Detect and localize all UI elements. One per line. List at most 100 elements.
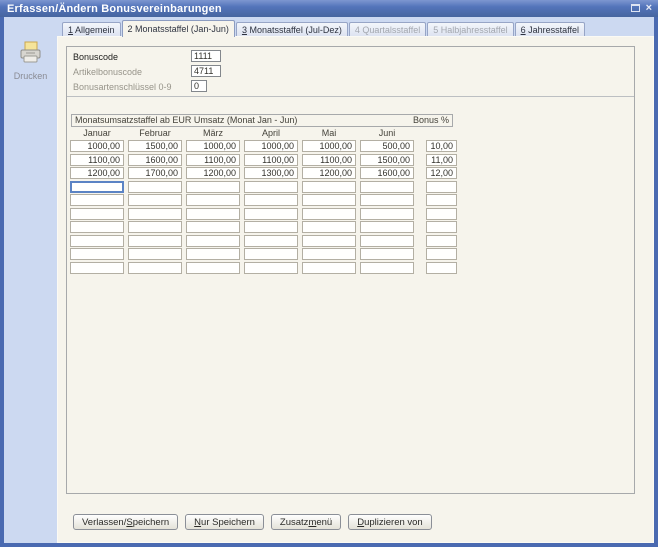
staffel-banner: Monatsumsatzstaffel ab EUR Umsatz (Monat… bbox=[71, 114, 453, 127]
month-cell[interactable] bbox=[186, 248, 240, 260]
month-cell[interactable] bbox=[128, 221, 182, 233]
bonus-cell[interactable] bbox=[426, 154, 457, 166]
month-cell[interactable] bbox=[128, 248, 182, 260]
month-cell[interactable] bbox=[302, 140, 356, 152]
window-title: Erfassen/Ändern Bonusvereinbarungen bbox=[0, 3, 222, 15]
bonus-cell[interactable] bbox=[426, 167, 457, 179]
month-cell[interactable] bbox=[302, 154, 356, 166]
tab-panel: Bonuscode Artikelbonuscode Bonusartensch… bbox=[57, 36, 654, 543]
month-cell[interactable] bbox=[70, 262, 124, 274]
month-cell[interactable] bbox=[70, 221, 124, 233]
month-cell[interactable] bbox=[70, 248, 124, 260]
month-cell[interactable] bbox=[186, 235, 240, 247]
month-cell[interactable] bbox=[186, 140, 240, 152]
month-cell[interactable] bbox=[302, 262, 356, 274]
bonus-cell[interactable] bbox=[426, 194, 457, 206]
print-button[interactable]: Drucken bbox=[4, 41, 57, 81]
banner-title: Monatsumsatzstaffel ab EUR Umsatz (Monat… bbox=[75, 115, 297, 126]
window-controls: × bbox=[631, 3, 652, 13]
button-label-post: uplizieren von bbox=[364, 517, 423, 528]
month-cell[interactable] bbox=[186, 154, 240, 166]
month-cell[interactable] bbox=[302, 248, 356, 260]
column-header-april: April bbox=[244, 128, 298, 138]
month-cell[interactable] bbox=[128, 262, 182, 274]
bonus-cell[interactable] bbox=[426, 221, 457, 233]
month-cell[interactable] bbox=[360, 235, 414, 247]
month-cell[interactable] bbox=[244, 140, 298, 152]
month-cell[interactable] bbox=[186, 262, 240, 274]
month-cell[interactable] bbox=[360, 194, 414, 206]
month-cell[interactable] bbox=[70, 194, 124, 206]
month-cell[interactable] bbox=[244, 154, 298, 166]
month-cell[interactable] bbox=[302, 221, 356, 233]
month-cell[interactable] bbox=[360, 181, 414, 193]
month-cell[interactable] bbox=[360, 248, 414, 260]
bonus-percent-header: Bonus % bbox=[413, 115, 449, 126]
bonus-cell[interactable] bbox=[426, 140, 457, 152]
month-cell[interactable] bbox=[186, 208, 240, 220]
month-cell[interactable] bbox=[128, 140, 182, 152]
month-cell[interactable] bbox=[186, 181, 240, 193]
month-cell[interactable] bbox=[128, 208, 182, 220]
bonus-cell[interactable] bbox=[426, 248, 457, 260]
month-cell[interactable] bbox=[244, 262, 298, 274]
month-cell[interactable] bbox=[128, 194, 182, 206]
artikelbonuscode-label: Artikelbonuscode bbox=[73, 66, 142, 78]
month-cell[interactable] bbox=[360, 167, 414, 179]
bonus-cell[interactable] bbox=[426, 208, 457, 220]
month-cell[interactable] bbox=[244, 221, 298, 233]
nur-speichern-button[interactable]: Nur Speichern bbox=[185, 514, 264, 530]
month-cell[interactable] bbox=[360, 221, 414, 233]
button-bar: Verlassen/Speichern Nur Speichern Zusatz… bbox=[73, 514, 432, 530]
month-cell[interactable] bbox=[302, 194, 356, 206]
close-icon[interactable]: × bbox=[646, 3, 652, 13]
month-cell[interactable] bbox=[302, 235, 356, 247]
bonuscode-input[interactable] bbox=[191, 50, 221, 62]
tab-monatsstaffel-jul-dez[interactable]: 3 Monatsstaffel (Jul-Dez) bbox=[236, 22, 348, 36]
artikelbonuscode-input[interactable] bbox=[191, 65, 221, 77]
duplizieren-von-button[interactable]: Duplizieren von bbox=[348, 514, 432, 530]
month-cell[interactable] bbox=[244, 208, 298, 220]
tab-allgemein[interactable]: 1 Allgemein bbox=[62, 22, 121, 36]
verlassen-speichern-button[interactable]: Verlassen/Speichern bbox=[73, 514, 178, 530]
month-cell[interactable] bbox=[70, 181, 124, 193]
month-cell[interactable] bbox=[302, 208, 356, 220]
month-cell[interactable] bbox=[70, 167, 124, 179]
month-cell[interactable] bbox=[70, 154, 124, 166]
month-cell[interactable] bbox=[360, 140, 414, 152]
titlebar[interactable]: Erfassen/Ändern Bonusvereinbarungen × bbox=[0, 0, 658, 17]
bonusartenschluessel-input[interactable] bbox=[191, 80, 207, 92]
month-cell[interactable] bbox=[186, 194, 240, 206]
month-cell[interactable] bbox=[186, 167, 240, 179]
tab-monatsstaffel-jan-jun[interactable]: 2 Monatsstaffel (Jan-Jun) bbox=[122, 20, 235, 37]
month-cell[interactable] bbox=[128, 154, 182, 166]
month-cell[interactable] bbox=[244, 194, 298, 206]
month-cell[interactable] bbox=[244, 181, 298, 193]
bonus-cell[interactable] bbox=[426, 235, 457, 247]
month-cell[interactable] bbox=[302, 167, 356, 179]
month-cell[interactable] bbox=[360, 154, 414, 166]
month-cell[interactable] bbox=[128, 235, 182, 247]
bonus-cell[interactable] bbox=[426, 181, 457, 193]
restore-icon[interactable] bbox=[631, 4, 640, 12]
month-cell[interactable] bbox=[70, 208, 124, 220]
month-cell[interactable] bbox=[128, 167, 182, 179]
month-cell[interactable] bbox=[70, 235, 124, 247]
month-cell[interactable] bbox=[70, 140, 124, 152]
column-header-juni: Juni bbox=[360, 128, 414, 138]
column-header-februar: Februar bbox=[128, 128, 182, 138]
month-cell[interactable] bbox=[360, 262, 414, 274]
tab-label-pre: 5 Halbjahresstaffel bbox=[433, 25, 507, 35]
month-cell[interactable] bbox=[186, 221, 240, 233]
month-cell[interactable] bbox=[244, 167, 298, 179]
month-cell[interactable] bbox=[360, 208, 414, 220]
month-cell[interactable] bbox=[128, 181, 182, 193]
tab-jahresstaffel[interactable]: 6 Jahresstaffel bbox=[515, 22, 585, 36]
bonus-cell[interactable] bbox=[426, 262, 457, 274]
month-cell[interactable] bbox=[302, 181, 356, 193]
button-label-post: enü bbox=[316, 517, 332, 528]
section-divider bbox=[67, 96, 634, 97]
month-cell[interactable] bbox=[244, 235, 298, 247]
zusatzmenu-button[interactable]: Zusatzmenü bbox=[271, 514, 341, 530]
month-cell[interactable] bbox=[244, 248, 298, 260]
